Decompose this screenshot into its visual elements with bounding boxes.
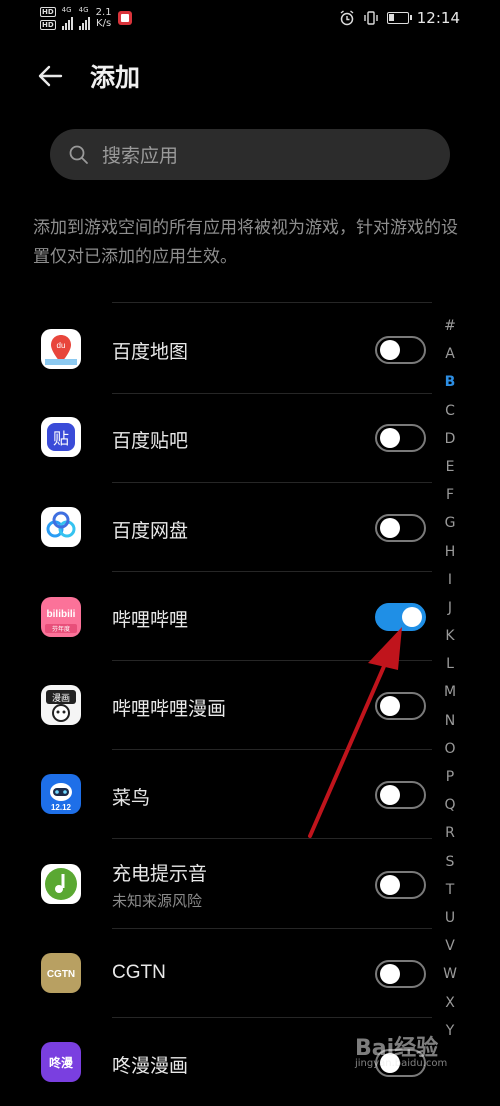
baidu-tieba-icon: 贴: [41, 417, 81, 457]
index-letter-active[interactable]: B: [438, 368, 462, 396]
app-name: 百度贴吧: [112, 430, 189, 452]
bilibili-icon: bilibili 芬年度: [41, 597, 81, 637]
index-letter[interactable]: J: [438, 594, 462, 622]
search-input[interactable]: [100, 129, 434, 182]
list-item: 百度网盘: [0, 482, 500, 571]
app-name: 菜鸟: [112, 787, 151, 809]
bilibili-comics-icon: 漫画: [41, 685, 81, 725]
index-letter[interactable]: M: [438, 678, 462, 706]
icon-text: CGTN: [47, 969, 75, 980]
page-title: 添加: [90, 63, 141, 92]
add-toggle[interactable]: [375, 424, 426, 452]
network-type: 4G: [78, 6, 89, 14]
back-arrow-icon[interactable]: [34, 60, 66, 92]
index-letter[interactable]: A: [438, 340, 462, 368]
search-bar[interactable]: [50, 129, 450, 182]
cainiao-icon: 12.12: [41, 774, 81, 814]
app-subtitle: 未知来源风险: [112, 892, 203, 910]
list-item: 12.12 菜鸟: [0, 749, 500, 838]
index-letter[interactable]: V: [438, 932, 462, 960]
app-name: 哔哩哔哩: [112, 609, 189, 631]
index-letter[interactable]: E: [438, 453, 462, 481]
icon-text: 芬年度: [52, 625, 70, 633]
add-toggle[interactable]: [375, 692, 426, 720]
index-letter[interactable]: C: [438, 397, 462, 425]
description-text: 添加到游戏空间的所有应用将被视为游戏，针对游戏的设置仅对已添加的应用生效。: [33, 218, 458, 267]
index-letter[interactable]: F: [438, 481, 462, 509]
index-letter[interactable]: P: [438, 763, 462, 791]
alarm-icon: [340, 10, 354, 26]
network-speed-unit: K/s: [96, 18, 112, 29]
clock: 12:14: [416, 9, 460, 27]
dongman-comics-icon: 咚漫: [41, 1042, 81, 1082]
watermark-logo: Bai经验 jingyan.baidu.com: [355, 1030, 447, 1069]
status-bar: HD HD 4G 4G 2.1 K/s 12:14: [0, 0, 500, 38]
index-letter[interactable]: U: [438, 904, 462, 932]
battery-icon: [386, 12, 412, 24]
add-toggle[interactable]: [375, 871, 426, 899]
index-letter[interactable]: D: [438, 425, 462, 453]
icon-text: bilibili: [47, 609, 76, 620]
index-letter[interactable]: K: [438, 622, 462, 650]
search-icon: [69, 145, 88, 164]
cgtn-icon: CGTN: [41, 953, 81, 993]
add-toggle[interactable]: [375, 781, 426, 809]
list-item: CGTN CGTN: [0, 928, 500, 1017]
index-letter[interactable]: O: [438, 735, 462, 763]
add-toggle[interactable]: [375, 960, 426, 988]
baidu-netdisk-icon: [41, 507, 81, 547]
vibrate-icon: [364, 11, 378, 25]
network-speed-value: 2.1: [95, 7, 112, 18]
baidu-map-icon: du: [41, 329, 81, 369]
signal-icon: [78, 14, 90, 30]
index-letter[interactable]: L: [438, 650, 462, 678]
app-name: 哔哩哔哩漫画: [112, 698, 227, 720]
index-letter[interactable]: R: [438, 819, 462, 847]
add-toggle[interactable]: [375, 336, 426, 364]
list-item: 充电提示音 未知来源风险: [0, 838, 500, 927]
list-item: 漫画 哔哩哔哩漫画: [0, 660, 500, 749]
add-toggle[interactable]: [375, 603, 426, 631]
index-letter[interactable]: N: [438, 707, 462, 735]
icon-text: 贴: [53, 429, 69, 448]
notification-icon: [117, 11, 132, 25]
network-type: 4G: [61, 6, 72, 14]
alphabet-index[interactable]: # A B C D E F G H I J K L M N O P Q R S …: [438, 312, 462, 1045]
icon-text: 咚漫: [49, 1055, 74, 1070]
index-letter[interactable]: S: [438, 848, 462, 876]
add-toggle[interactable]: [375, 514, 426, 542]
app-name: 百度网盘: [112, 520, 189, 542]
watermark-url: jingyan.baidu.com: [355, 1058, 448, 1069]
app-name: CGTN: [112, 962, 166, 983]
app-name: 咚漫漫画: [112, 1055, 189, 1077]
hd-badge: HD: [40, 6, 56, 17]
index-letter[interactable]: Q: [438, 791, 462, 819]
charging-tone-icon: [41, 864, 81, 904]
index-letter[interactable]: G: [438, 509, 462, 537]
list-item: du 百度地图: [0, 304, 500, 393]
index-letter[interactable]: H: [438, 538, 462, 566]
app-name: 百度地图: [112, 341, 189, 363]
icon-text: 漫画: [52, 692, 70, 704]
divider: [112, 302, 432, 303]
icon-text: du: [57, 341, 66, 350]
index-letter[interactable]: X: [438, 989, 462, 1017]
app-name: 充电提示音: [112, 863, 208, 885]
index-letter[interactable]: I: [438, 566, 462, 594]
index-letter[interactable]: W: [438, 960, 462, 988]
icon-text: 12.12: [51, 803, 72, 812]
list-item: 贴 百度贴吧: [0, 393, 500, 482]
hd-badge: HD: [40, 19, 56, 30]
index-letter[interactable]: T: [438, 876, 462, 904]
list-item: bilibili 芬年度 哔哩哔哩: [0, 571, 500, 660]
signal-icon: [61, 14, 73, 30]
index-letter[interactable]: #: [438, 312, 462, 340]
